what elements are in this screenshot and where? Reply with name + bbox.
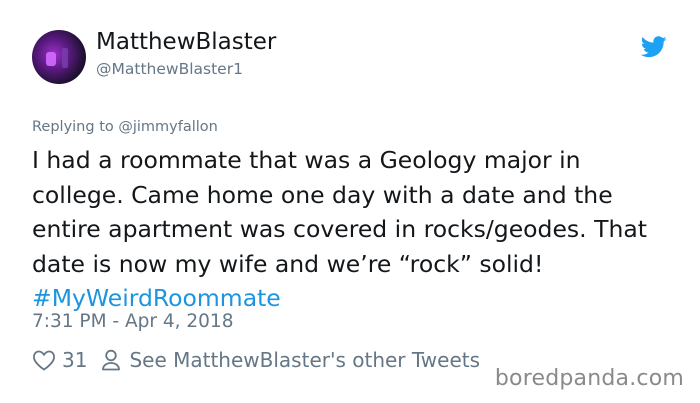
heart-icon[interactable] [32,349,56,371]
tweet-actions: 31 See MatthewBlaster's other Tweets [32,346,480,374]
like-count[interactable]: 31 [62,348,87,372]
avatar-detail [46,52,56,66]
replying-to: Replying to @jimmyfallon [32,119,218,135]
person-icon[interactable] [101,349,121,371]
tweet-text-line: date is now my wife and we’re “rock” sol… [32,249,544,278]
twitter-bird-icon[interactable] [641,36,667,58]
avatar-detail [62,48,68,68]
display-name[interactable]: MatthewBlaster [96,29,276,55]
watermark: boredpanda.com [494,366,684,391]
user-handle[interactable]: @MatthewBlaster1 [96,60,243,78]
other-tweets-link[interactable]: See MatthewBlaster's other Tweets [129,348,480,372]
mention-link[interactable]: @jimmyfallon [118,119,218,135]
tweet-text-line: entire apartment was covered in rocks/ge… [32,215,647,243]
tweet-timestamp[interactable]: 7:31 PM - Apr 4, 2018 [32,311,233,332]
replying-to-prefix: Replying to [32,119,119,135]
tweet-text-line: I had a roommate that was a Geology majo… [32,146,581,174]
avatar[interactable] [32,30,86,84]
tweet-text-line: college. Came home one day with a date a… [32,180,613,209]
tweet-text: I had a roommate that was a Geology majo… [32,143,682,316]
